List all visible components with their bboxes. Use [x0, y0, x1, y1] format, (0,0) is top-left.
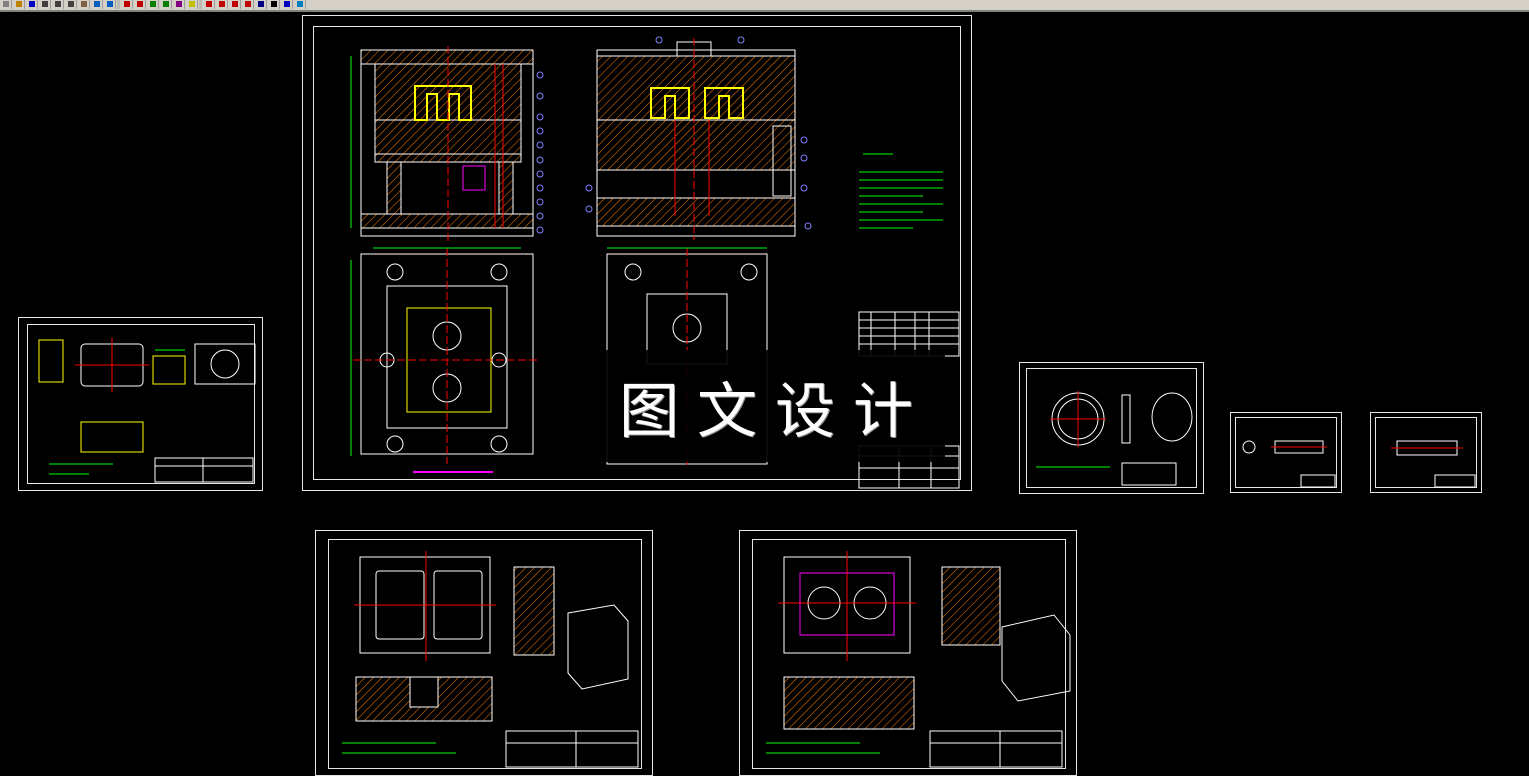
core-insert-sheet[interactable] — [739, 530, 1077, 776]
toolbar-separator — [199, 0, 202, 9]
pan-icon — [124, 1, 130, 7]
print-button[interactable] — [39, 0, 51, 9]
zoom-previous-icon — [163, 1, 169, 7]
watermark: 图文设计 — [605, 350, 945, 462]
circle-button[interactable] — [229, 0, 241, 9]
print-icon — [42, 1, 48, 7]
watermark-text: 图文设计 — [619, 376, 931, 447]
bushing-part-drawing — [1391, 440, 1476, 488]
ring-part-sheet[interactable] — [1019, 362, 1204, 494]
layer-button[interactable] — [186, 0, 198, 9]
undo-button[interactable] — [91, 0, 103, 9]
cut-icon — [55, 1, 61, 7]
product-drawing-sheet[interactable] — [18, 317, 263, 491]
open-icon — [16, 1, 22, 7]
properties-button[interactable] — [173, 0, 185, 9]
product-drawing — [38, 338, 256, 483]
moving-half-plan-view — [350, 247, 539, 464]
circle-icon — [232, 1, 238, 7]
toolbar-separator — [117, 0, 120, 9]
new-button[interactable] — [0, 0, 12, 9]
save-icon — [29, 1, 35, 7]
cut-button[interactable] — [52, 0, 64, 9]
pin-part-drawing — [1242, 440, 1336, 488]
open-button[interactable] — [13, 0, 25, 9]
paste-icon — [81, 1, 87, 7]
pin-part-sheet[interactable] — [1230, 412, 1342, 493]
redo-button[interactable] — [104, 0, 116, 9]
pan-button[interactable] — [121, 0, 133, 9]
undo-icon — [94, 1, 100, 7]
hatch-button[interactable] — [255, 0, 267, 9]
line-icon — [206, 1, 212, 7]
zoom-window-icon — [150, 1, 156, 7]
layer-icon — [189, 1, 195, 7]
side-section-view — [585, 36, 812, 240]
cavity-insert-drawing — [342, 551, 639, 768]
polyline-icon — [219, 1, 225, 7]
help-icon — [297, 1, 303, 7]
technical-notes — [859, 153, 943, 229]
zoom-button[interactable] — [134, 0, 146, 9]
paste-button[interactable] — [78, 0, 90, 9]
polyline-button[interactable] — [216, 0, 228, 9]
drawing-canvas[interactable]: 图文设计 — [0, 12, 1529, 776]
core-insert-drawing — [766, 551, 1071, 768]
help-button[interactable] — [294, 0, 306, 9]
zoom-icon — [137, 1, 143, 7]
toolbar-buttons — [0, 0, 306, 10]
save-button[interactable] — [26, 0, 38, 9]
arc-icon — [245, 1, 251, 7]
line-button[interactable] — [203, 0, 215, 9]
cad-toolbar — [0, 0, 1529, 12]
cavity-insert-sheet[interactable] — [315, 530, 653, 776]
bushing-part-sheet[interactable] — [1370, 412, 1482, 493]
properties-icon — [176, 1, 182, 7]
copy-icon — [68, 1, 74, 7]
copy-button[interactable] — [65, 0, 77, 9]
text-button[interactable] — [268, 0, 280, 9]
zoom-previous-button[interactable] — [160, 0, 172, 9]
ring-part-drawing — [1036, 391, 1193, 486]
dimension-icon — [284, 1, 290, 7]
zoom-window-button[interactable] — [147, 0, 159, 9]
dimension-button[interactable] — [281, 0, 293, 9]
front-section-view — [350, 46, 544, 241]
text-icon — [271, 1, 277, 7]
redo-icon — [107, 1, 113, 7]
arc-button[interactable] — [242, 0, 254, 9]
new-icon — [3, 1, 9, 7]
hatch-icon — [258, 1, 264, 7]
